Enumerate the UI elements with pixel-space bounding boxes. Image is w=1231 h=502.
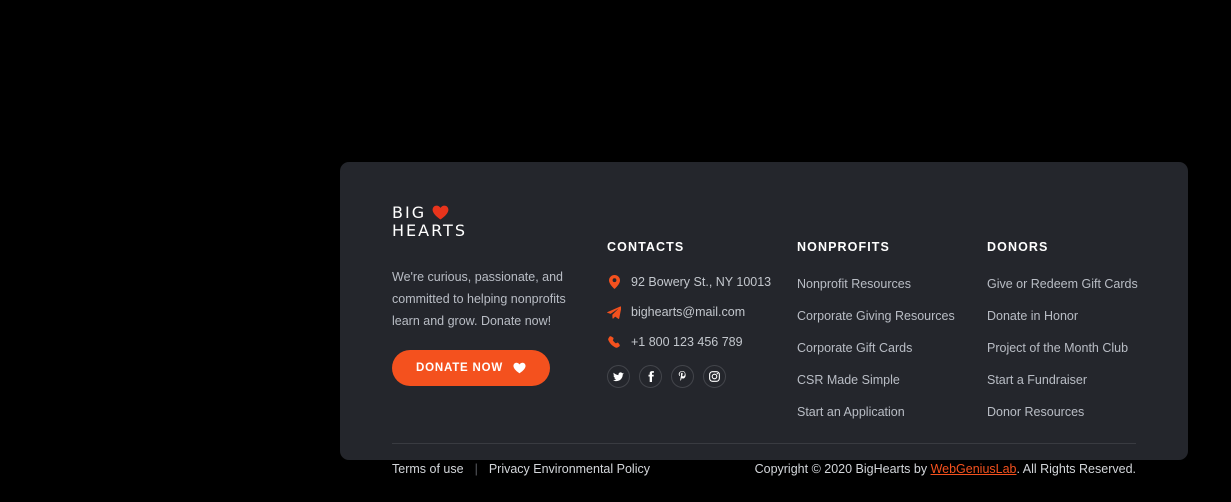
footer-brand-column: BIG HEARTS We're curious, passionate, an… [392,190,607,435]
instagram-icon [709,371,720,382]
logo-text-big: BIG [392,203,427,222]
footer-columns: BIG HEARTS We're curious, passionate, an… [340,162,1188,435]
webgeniuslab-link[interactable]: WebGeniusLab [931,462,1017,476]
nonprofits-link-2[interactable]: Corporate Gift Cards [797,341,912,355]
social-link-pinterest[interactable] [671,365,694,388]
contact-address-row: 92 Bowery St., NY 10013 [607,275,797,289]
list-item: Corporate Gift Cards [797,339,987,357]
logo-line-top: BIG [392,204,607,222]
social-link-instagram[interactable] [703,365,726,388]
contact-email-text: bighearts@mail.com [631,305,746,319]
donors-heading: DONORS [987,240,1049,254]
list-item: CSR Made Simple [797,371,987,389]
contact-phone-row[interactable]: +1 800 123 456 789 [607,335,797,349]
phone-icon [607,335,621,349]
nonprofits-link-1[interactable]: Corporate Giving Resources [797,309,955,323]
copyright-suffix: . All Rights Reserved. [1016,462,1137,476]
map-pin-icon [607,275,621,289]
donors-link-4[interactable]: Donor Resources [987,405,1084,419]
heart-icon [513,362,526,374]
list-item: Nonprofit Resources [797,275,987,293]
donors-link-list: Give or Redeem Gift Cards Donate in Hono… [987,275,1172,421]
list-item: Give or Redeem Gift Cards [987,275,1172,293]
footer-contacts-column: CONTACTS 92 Bowery St., NY 10013 bighear… [607,190,797,435]
brand-logo[interactable]: BIG HEARTS [392,204,607,240]
terms-of-use-link[interactable]: Terms of use [392,462,464,476]
list-item: Start an Application [797,403,987,421]
donate-button-label: DONATE NOW [416,361,504,374]
facebook-icon [648,371,654,382]
donors-link-3[interactable]: Start a Fundraiser [987,373,1087,387]
list-item: Start a Fundraiser [987,371,1172,389]
social-link-twitter[interactable] [607,365,630,388]
contact-phone-text: +1 800 123 456 789 [631,335,743,349]
footer-donors-column: DONORS Give or Redeem Gift Cards Donate … [987,190,1172,435]
paper-plane-icon [607,305,621,319]
contacts-heading: CONTACTS [607,240,685,254]
donors-link-2[interactable]: Project of the Month Club [987,341,1128,355]
contact-address-text: 92 Bowery St., NY 10013 [631,275,772,289]
legal-separator: | [474,462,478,476]
footer-nonprofits-column: NONPROFITS Nonprofit Resources Corporate… [797,190,987,435]
list-item: Donate in Honor [987,307,1172,325]
brand-description: We're curious, passionate, and committed… [392,269,566,328]
list-item: Project of the Month Club [987,339,1172,357]
twitter-icon [613,371,624,382]
nonprofits-link-list: Nonprofit Resources Corporate Giving Res… [797,275,987,421]
contact-email-row[interactable]: bighearts@mail.com [607,305,797,319]
site-footer: BIG HEARTS We're curious, passionate, an… [340,162,1188,476]
logo-text-hearts: HEARTS [392,220,467,240]
pinterest-icon [678,371,687,382]
nonprofits-link-0[interactable]: Nonprofit Resources [797,277,911,291]
heart-icon [432,205,449,220]
donate-now-button[interactable]: DONATE NOW [392,349,551,386]
copyright-text: Copyright © 2020 BigHearts by WebGeniusL… [755,462,1136,476]
legal-links: Terms of use | Privacy Environmental Pol… [392,462,650,476]
privacy-policy-link[interactable]: Privacy Environmental Policy [489,462,650,476]
footer-bottom-bar: Terms of use | Privacy Environmental Pol… [340,444,1188,476]
nonprofits-link-3[interactable]: CSR Made Simple [797,373,900,387]
list-item: Donor Resources [987,403,1172,421]
copyright-prefix: Copyright © 2020 BigHearts by [754,462,931,476]
social-link-facebook[interactable] [639,365,662,388]
nonprofits-link-4[interactable]: Start an Application [797,405,905,419]
donors-link-1[interactable]: Donate in Honor [987,309,1078,323]
nonprofits-heading: NONPROFITS [797,240,890,254]
social-links [607,365,797,388]
donors-link-0[interactable]: Give or Redeem Gift Cards [987,277,1138,291]
list-item: Corporate Giving Resources [797,307,987,325]
